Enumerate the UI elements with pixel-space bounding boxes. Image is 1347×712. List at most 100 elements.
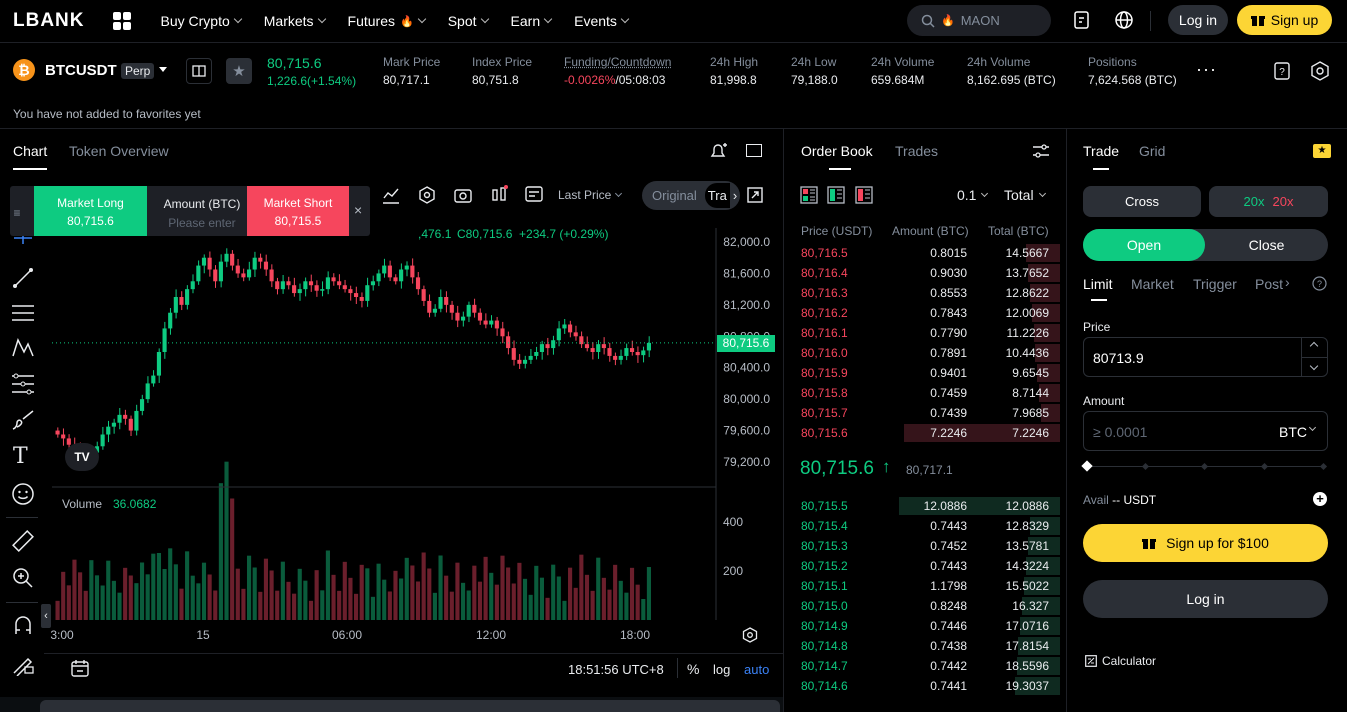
nav-futures[interactable]: Futures 🔥 <box>348 13 426 29</box>
ask-row[interactable]: 80,716.0 0.7891 10.4436 <box>790 343 1060 363</box>
globe-icon[interactable] <box>1114 10 1134 30</box>
slider-handle[interactable] <box>1081 460 1093 472</box>
nav-earn[interactable]: Earn <box>511 13 553 29</box>
camera-icon[interactable] <box>454 187 472 203</box>
chevron-right-icon[interactable]: › <box>733 188 737 203</box>
slider-mark[interactable] <box>1319 462 1328 471</box>
tab-trades[interactable]: Trades <box>895 143 938 159</box>
date-range-icon[interactable] <box>70 659 90 679</box>
chevron-right-icon[interactable]: › <box>1285 274 1290 290</box>
price-input[interactable]: 80713.9 <box>1083 337 1328 377</box>
favorite-star-icon[interactable]: ★ <box>226 58 252 84</box>
template-icon[interactable] <box>525 186 545 204</box>
slider-mark[interactable] <box>1141 462 1150 471</box>
order-type-market[interactable]: Market <box>1131 276 1174 292</box>
chart-settings-icon[interactable] <box>742 627 758 643</box>
ask-row[interactable]: 80,716.3 0.8553 12.8622 <box>790 283 1060 303</box>
lock-drawing-icon[interactable] <box>11 652 35 676</box>
tradingview-logo[interactable]: TV <box>65 443 99 471</box>
settings-icon[interactable] <box>1310 61 1330 81</box>
ask-row[interactable]: 80,716.1 0.7790 11.2226 <box>790 323 1060 343</box>
amount-unit[interactable]: BTC <box>1279 424 1307 440</box>
bid-row[interactable]: 80,714.9 0.7446 17.0716 <box>790 616 1060 636</box>
auto-scale-toggle[interactable]: auto <box>744 662 769 677</box>
book-icon[interactable] <box>186 58 212 84</box>
ask-row[interactable]: 80,715.6 7.2246 7.2246 <box>790 423 1060 443</box>
ask-row[interactable]: 80,716.5 0.8015 14.5667 <box>790 243 1060 263</box>
bid-row[interactable]: 80,714.6 0.7441 19.3037 <box>790 676 1060 696</box>
promo-icon[interactable]: ★ <box>1313 144 1331 158</box>
login-button[interactable]: Log in <box>1083 580 1328 618</box>
fullscreen-icon[interactable] <box>746 144 762 157</box>
bid-row[interactable]: 80,714.7 0.7442 18.5596 <box>790 656 1060 676</box>
precision-dropdown[interactable]: 0.1 <box>957 187 989 203</box>
signup-button[interactable]: Sign up <box>1237 5 1332 35</box>
horizontal-scrollbar[interactable] <box>40 700 780 712</box>
ask-row[interactable]: 80,716.4 0.9030 13.7652 <box>790 263 1060 283</box>
nav-spot[interactable]: Spot <box>448 13 489 29</box>
bid-row[interactable]: 80,715.2 0.7443 14.3224 <box>790 556 1060 576</box>
expand-icon[interactable] <box>747 187 763 203</box>
signup-bonus-button[interactable]: Sign up for $100 <box>1083 524 1328 562</box>
percent-scale-toggle[interactable]: % <box>687 661 699 677</box>
chart-view-toggle[interactable]: Original Tra › <box>642 181 740 210</box>
bid-row[interactable]: 80,715.5 12.0886 12.0886 <box>790 496 1060 516</box>
nav-markets[interactable]: Markets <box>264 13 326 29</box>
ask-row[interactable]: 80,715.7 0.7439 7.9685 <box>790 403 1060 423</box>
leverage-button[interactable]: 20x 20x <box>1209 186 1328 217</box>
book-bids-only-icon[interactable] <box>827 186 845 204</box>
increment-icon[interactable] <box>1309 341 1319 351</box>
help-icon[interactable]: ? <box>1312 276 1327 291</box>
layout-hex-icon[interactable] <box>418 186 436 204</box>
ask-row[interactable]: 80,716.2 0.7843 12.0069 <box>790 303 1060 323</box>
total-dropdown[interactable]: Total <box>1004 187 1046 203</box>
bid-row[interactable]: 80,714.8 0.7438 17.8154 <box>790 636 1060 656</box>
logo[interactable]: LBANK <box>13 10 85 32</box>
drag-handle-icon[interactable]: ≡ <box>10 206 24 220</box>
open-button[interactable]: Open <box>1083 229 1205 261</box>
book-both-sides-icon[interactable] <box>800 186 818 204</box>
slider-mark[interactable] <box>1260 462 1269 471</box>
log-scale-toggle[interactable]: log <box>713 662 730 677</box>
order-type-limit[interactable]: Limit <box>1083 276 1113 292</box>
view-original[interactable]: Original <box>652 188 697 203</box>
ask-row[interactable]: 80,715.9 0.9401 9.6545 <box>790 363 1060 383</box>
amount-input[interactable]: ≥ 0.0001 BTC <box>1083 411 1328 451</box>
caret-down-icon[interactable] <box>159 67 167 72</box>
tab-token-overview[interactable]: Token Overview <box>69 143 169 159</box>
ask-row[interactable]: 80,715.8 0.7459 8.7144 <box>790 383 1060 403</box>
download-icon[interactable] <box>1072 10 1092 30</box>
order-type-trigger[interactable]: Trigger <box>1193 276 1237 292</box>
more-icon[interactable]: ··· <box>1196 59 1217 80</box>
bid-row[interactable]: 80,715.0 0.8248 16.327 <box>790 596 1060 616</box>
mid-price[interactable]: 80,715.6 <box>800 458 874 480</box>
tab-grid[interactable]: Grid <box>1139 143 1165 159</box>
nav-events[interactable]: Events <box>574 13 630 29</box>
login-button[interactable]: Log in <box>1168 5 1228 35</box>
slider-mark[interactable] <box>1200 462 1209 471</box>
bid-row[interactable]: 80,715.3 0.7452 13.5781 <box>790 536 1060 556</box>
view-tradingview[interactable]: Tra <box>704 183 730 208</box>
margin-mode-button[interactable]: Cross <box>1083 186 1201 217</box>
transfer-plus-icon[interactable]: + <box>1313 492 1327 506</box>
chart-clock[interactable]: 18:51:56 UTC+8 <box>568 662 664 677</box>
calculator-link[interactable]: Calculator <box>1085 654 1156 668</box>
tab-chart[interactable]: Chart <box>13 143 47 159</box>
nav-buy-crypto[interactable]: Buy Crypto <box>161 13 242 29</box>
symbol-name[interactable]: BTCUSDT <box>45 62 117 79</box>
bid-row[interactable]: 80,715.1 1.1798 15.5022 <box>790 576 1060 596</box>
stat-funding[interactable]: Funding/Countdown -0.0026%/05:08:03 <box>564 55 671 87</box>
price-source-dropdown[interactable]: Last Price <box>558 188 623 202</box>
decrement-icon[interactable] <box>1309 361 1319 371</box>
order-type-post[interactable]: Post <box>1255 276 1283 292</box>
candlestick-chart[interactable]: 82,000.081,600.081,200.080,800.080,400.0… <box>0 228 783 653</box>
search-input[interactable]: 🔥 MAON <box>907 5 1051 36</box>
help-doc-icon[interactable]: ? <box>1274 62 1290 80</box>
tab-order-book[interactable]: Order Book <box>801 143 873 159</box>
close-button[interactable]: Close <box>1205 229 1328 261</box>
filter-settings-icon[interactable] <box>1032 143 1050 159</box>
alert-bell-icon[interactable] <box>708 142 728 160</box>
apps-grid-icon[interactable] <box>112 12 131 30</box>
indicator-icon[interactable] <box>382 186 400 204</box>
book-asks-only-icon[interactable] <box>855 186 873 204</box>
